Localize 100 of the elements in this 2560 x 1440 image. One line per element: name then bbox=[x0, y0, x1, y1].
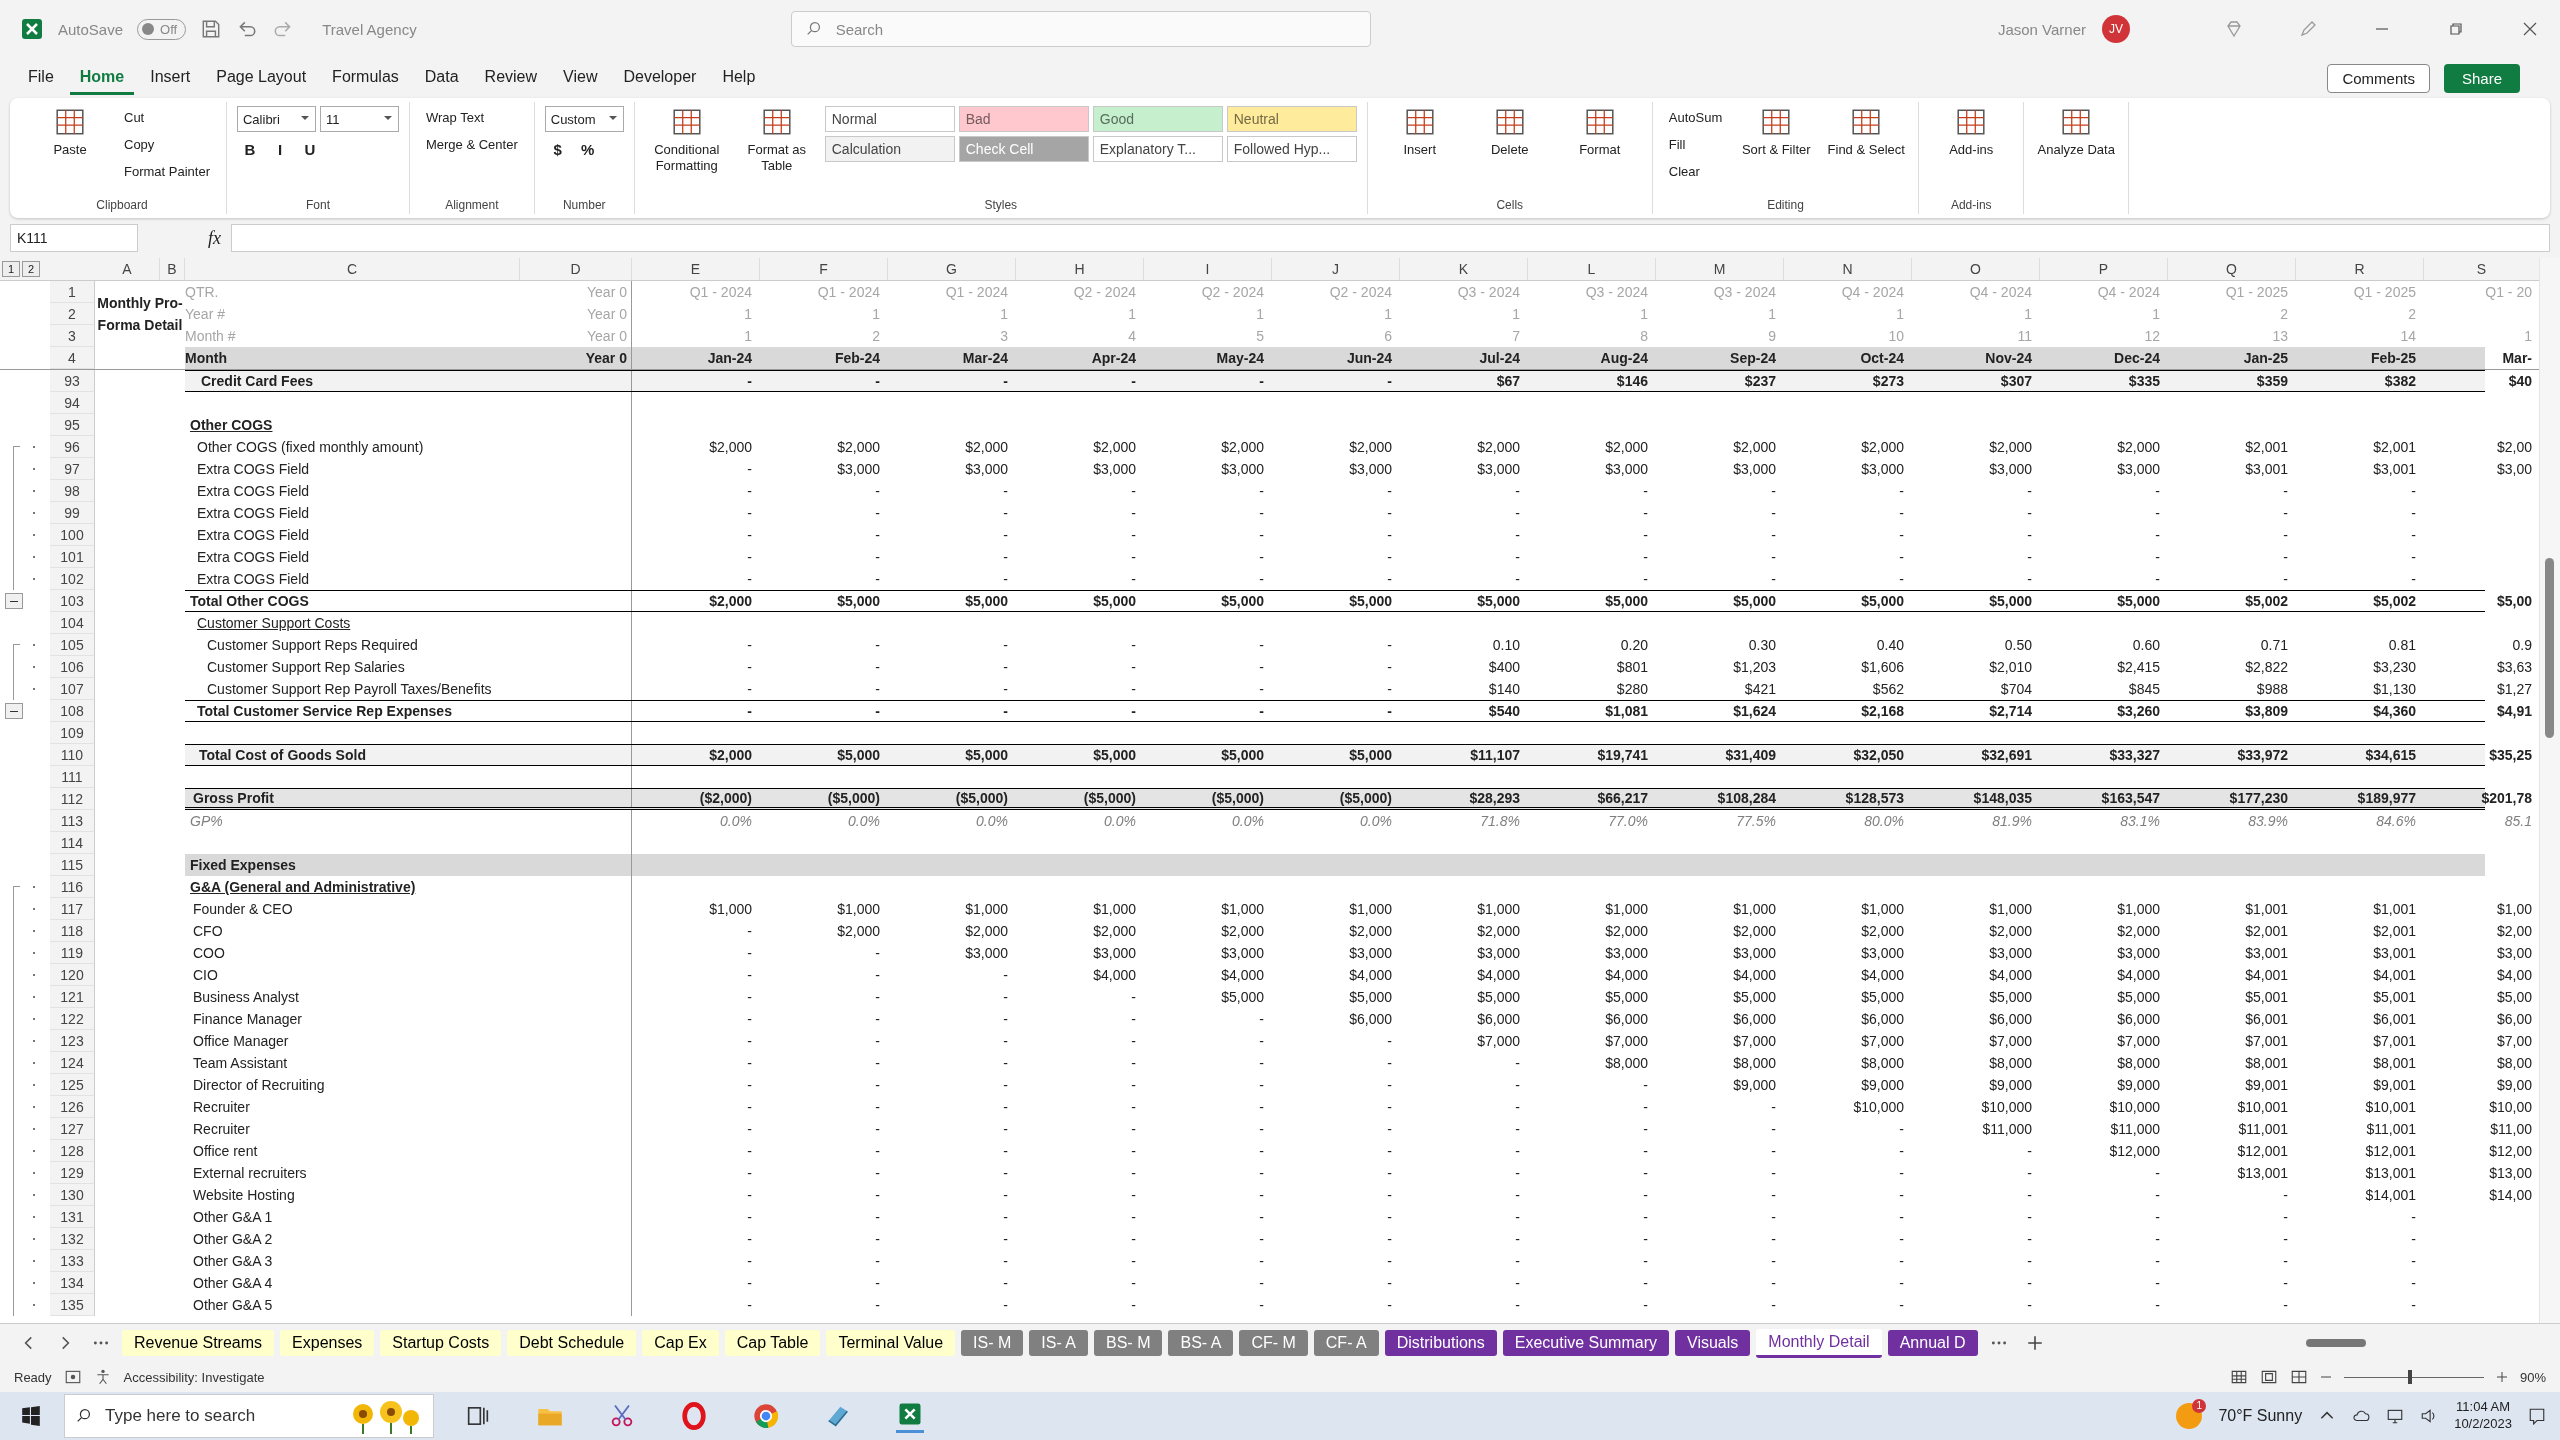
column-header[interactable]: G bbox=[888, 258, 1016, 280]
sheet-tab[interactable]: Revenue Streams bbox=[122, 1330, 275, 1356]
sheet-tab[interactable]: Executive Summary bbox=[1502, 1330, 1669, 1356]
row-number[interactable]: 105 bbox=[50, 634, 95, 656]
row-number[interactable]: 132 bbox=[50, 1228, 95, 1250]
column-header[interactable]: K bbox=[1400, 258, 1528, 280]
ribbon-button[interactable]: Sort & Filter bbox=[1734, 102, 1819, 192]
column-header[interactable]: R bbox=[2296, 258, 2424, 280]
cell-style[interactable]: Calculation bbox=[824, 136, 955, 162]
row-number[interactable]: 110 bbox=[50, 744, 95, 766]
row-number[interactable]: 109 bbox=[50, 722, 95, 744]
cell-style[interactable]: Normal bbox=[824, 106, 955, 132]
row-number[interactable]: 94 bbox=[50, 392, 95, 414]
dropdown-field[interactable]: 11 bbox=[320, 106, 399, 132]
normal-view-icon[interactable] bbox=[2229, 1368, 2248, 1386]
row-number[interactable]: 134 bbox=[50, 1272, 95, 1294]
vertical-scrollbar[interactable] bbox=[2539, 258, 2560, 1323]
row-number[interactable]: 104 bbox=[50, 612, 95, 634]
search-field[interactable]: Search bbox=[790, 11, 1371, 47]
text-style-button[interactable]: B bbox=[237, 136, 263, 162]
row-number[interactable]: 3 bbox=[50, 325, 95, 347]
row-number[interactable]: 125 bbox=[50, 1074, 95, 1096]
row-number[interactable]: 124 bbox=[50, 1052, 95, 1074]
cell-style[interactable]: Explanatory T... bbox=[1092, 136, 1223, 162]
cell-style[interactable]: Good bbox=[1092, 106, 1223, 132]
row-number[interactable]: 102 bbox=[50, 568, 95, 590]
comments-button[interactable]: Comments bbox=[2327, 63, 2430, 93]
sheet-tab[interactable]: BS- A bbox=[1168, 1330, 1234, 1356]
row-number[interactable]: 111 bbox=[50, 766, 95, 788]
row-number[interactable]: 117 bbox=[50, 898, 95, 920]
sheet-tab[interactable]: Startup Costs bbox=[380, 1330, 502, 1356]
row-number[interactable]: 115 bbox=[50, 854, 95, 876]
menu-tab[interactable]: Page Layout bbox=[206, 61, 317, 95]
scroll-thumb[interactable] bbox=[2545, 558, 2554, 738]
excel-logo-icon[interactable] bbox=[20, 17, 44, 41]
row-number[interactable]: 99 bbox=[50, 502, 95, 524]
user-avatar[interactable]: JV bbox=[2102, 15, 2130, 43]
column-header[interactable]: O bbox=[1912, 258, 2040, 280]
macro-icon[interactable] bbox=[63, 1368, 82, 1386]
sheet-tab[interactable]: Distributions bbox=[1384, 1330, 1497, 1356]
pen-icon[interactable] bbox=[2298, 19, 2318, 39]
ribbon-button[interactable]: Format bbox=[1557, 102, 1642, 192]
zoom-slider[interactable] bbox=[2343, 1370, 2484, 1384]
ribbon-button[interactable]: Analyze Data bbox=[2034, 102, 2119, 192]
row-number[interactable]: 112 bbox=[50, 788, 95, 810]
ribbon-button[interactable]: Clear bbox=[1662, 160, 1706, 183]
row-number[interactable]: 101 bbox=[50, 546, 95, 568]
taskbar-search-field[interactable]: Type here to search bbox=[103, 1405, 333, 1427]
row-number[interactable]: 93 bbox=[50, 370, 95, 392]
row-number[interactable]: 98 bbox=[50, 480, 95, 502]
row-number[interactable]: 133 bbox=[50, 1250, 95, 1272]
row-number[interactable]: 122 bbox=[50, 1008, 95, 1030]
outline-level-button[interactable]: 2 bbox=[22, 261, 40, 277]
row-number[interactable]: 128 bbox=[50, 1140, 95, 1162]
row-number[interactable]: 127 bbox=[50, 1118, 95, 1140]
cell-style[interactable]: Followed Hyp... bbox=[1226, 136, 1357, 162]
column-header[interactable]: N bbox=[1784, 258, 1912, 280]
row-number[interactable]: 129 bbox=[50, 1162, 95, 1184]
ribbon-button[interactable]: Insert bbox=[1377, 102, 1462, 192]
row-number[interactable]: 130 bbox=[50, 1184, 95, 1206]
sheet-tab[interactable]: Cap Table bbox=[724, 1330, 821, 1356]
row-number[interactable]: 126 bbox=[50, 1096, 95, 1118]
ribbon-button[interactable]: Conditional Formatting bbox=[644, 102, 729, 192]
row-number[interactable]: 118 bbox=[50, 920, 95, 942]
menu-tab[interactable]: Developer bbox=[613, 61, 707, 95]
collapse-button[interactable] bbox=[5, 593, 23, 609]
row-number[interactable]: 2 bbox=[50, 303, 95, 325]
zoom-in-icon[interactable] bbox=[2495, 1371, 2508, 1383]
column-header[interactable]: D bbox=[520, 258, 632, 280]
sheet-tab[interactable]: Expenses bbox=[280, 1330, 375, 1356]
row-number[interactable]: 96 bbox=[50, 436, 95, 458]
ribbon-button[interactable]: Wrap Text bbox=[420, 106, 491, 129]
page-break-icon[interactable] bbox=[2289, 1368, 2308, 1386]
ribbon-button[interactable]: Format as Table bbox=[734, 102, 819, 192]
sheet-tab[interactable]: IS- M bbox=[961, 1330, 1024, 1356]
network-icon[interactable] bbox=[2386, 1407, 2405, 1425]
menu-tab[interactable]: View bbox=[553, 61, 608, 95]
name-box[interactable]: K111 bbox=[10, 224, 138, 252]
clock-time[interactable]: 11:04 AM bbox=[2456, 1399, 2511, 1416]
browser-icon[interactable] bbox=[752, 1402, 780, 1430]
text-style-button[interactable]: U bbox=[297, 136, 323, 162]
column-header[interactable]: Q bbox=[2168, 258, 2296, 280]
column-header[interactable]: H bbox=[1016, 258, 1144, 280]
sheet-tab[interactable]: Visuals bbox=[1675, 1330, 1751, 1356]
row-number[interactable]: 107 bbox=[50, 678, 95, 700]
sheet-tab[interactable]: CF- M bbox=[1239, 1330, 1308, 1356]
sheet-tab[interactable]: BS- M bbox=[1094, 1330, 1163, 1356]
row-number[interactable]: 121 bbox=[50, 986, 95, 1008]
accessibility-status[interactable]: Accessibility: Investigate bbox=[123, 1369, 265, 1385]
ring-icon[interactable] bbox=[680, 1402, 708, 1430]
row-number[interactable]: 123 bbox=[50, 1030, 95, 1052]
ribbon-button[interactable]: AutoSum bbox=[1662, 106, 1729, 129]
column-header[interactable]: J bbox=[1272, 258, 1400, 280]
text-style-button[interactable]: I bbox=[267, 136, 293, 162]
column-header[interactable]: E bbox=[632, 258, 760, 280]
column-header[interactable]: L bbox=[1528, 258, 1656, 280]
clock-date[interactable]: 10/2/2023 bbox=[2454, 1416, 2512, 1433]
text-style-button[interactable]: $ bbox=[544, 136, 571, 162]
collapse-button[interactable] bbox=[5, 703, 23, 719]
row-number[interactable]: 119 bbox=[50, 942, 95, 964]
